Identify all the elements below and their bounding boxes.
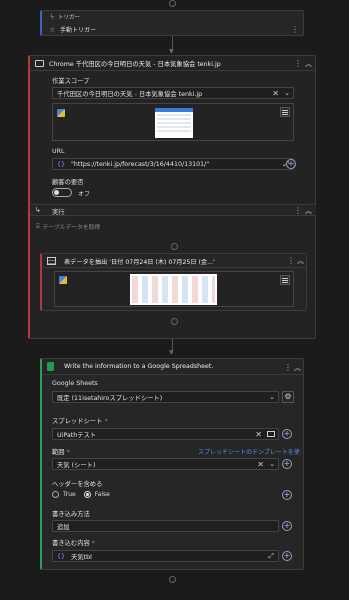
toggle-label: 顧客の要否 (52, 179, 84, 186)
sheets-card[interactable]: Write the information to a Google Spread… (40, 358, 304, 570)
url-label: URL (52, 148, 65, 155)
extract-preview-image (130, 274, 217, 305)
execute-section[interactable]: ↳ 実行 ⋮ ︽ (30, 204, 316, 216)
header-option-label: ヘッダーを含める (52, 481, 103, 488)
toggle-switch[interactable] (52, 188, 72, 197)
lightning-icon: ϟ (49, 13, 55, 21)
radio-false-label: False (94, 491, 110, 498)
range-value: 天気 (シート) (57, 461, 96, 469)
manual-trigger-label: 手動トリガー (60, 27, 97, 34)
chrome-app-icon (57, 109, 65, 117)
required-marker: * (104, 417, 108, 425)
extract-preview-box[interactable] (54, 271, 294, 307)
execute-placeholder[interactable]: テーブルデータを取得 (43, 222, 101, 231)
scope-preview-image (155, 108, 193, 138)
range-select[interactable]: 天気 (シート) ✕ ⌄ (52, 458, 279, 470)
content-label: 書き込む内容 * (52, 540, 95, 547)
google-sheets-label: Google Sheets (52, 380, 98, 387)
trigger-section-label: トリガー (58, 15, 81, 21)
url-field[interactable]: {} "https://tenki.jp/forecast/3/16/4410/… (52, 158, 294, 170)
radio-true[interactable] (52, 491, 59, 498)
chevron-down-icon[interactable]: ⌄ (284, 89, 290, 97)
account-value: 既定 (11isetahiroスプレッドシート) (57, 394, 163, 402)
folder-icon[interactable] (267, 431, 275, 437)
comment-icon: ⌸ (36, 222, 40, 230)
arrow-down-icon: ▼ (169, 48, 174, 55)
extract-title: 表データを抽出 '日付 07月24日 (木) 07月25日 (金...' (64, 259, 215, 266)
sheets-divider (42, 374, 304, 375)
clear-icon[interactable]: ✕ (272, 89, 279, 98)
scope-preview-box[interactable] (52, 103, 294, 141)
expression-icon: {} (57, 160, 66, 168)
browser-scope-card[interactable]: Chrome 千代田区の今日明日の天気 - 日本気象協会 tenki.jp ⋮ … (28, 55, 316, 339)
chrome-app-icon-2 (59, 276, 67, 284)
url-value: "https://tenki.jp/forecast/3/16/4410/131… (71, 160, 210, 168)
spreadsheet-value: UiPathテスト (57, 431, 97, 439)
scope-label: 作業スコープ (52, 78, 90, 85)
table-icon (47, 257, 56, 265)
execute-collapse-icon[interactable]: ︽ (305, 206, 312, 216)
extract-menu-icon[interactable]: ⋮ (287, 257, 295, 265)
range-label: 範囲 * (52, 449, 70, 456)
spreadsheet-clear-icon[interactable]: ✕ (255, 430, 262, 439)
trigger-card[interactable]: ϟ トリガー ☝ 手動トリガー ⋮ (40, 10, 304, 36)
radio-false[interactable] (83, 491, 91, 498)
insert-activity-icon-2[interactable] (171, 318, 178, 325)
browser-title: Chrome 千代田区の今日明日の天気 - 日本気象協会 tenki.jp (49, 61, 221, 68)
browser-window-icon (35, 60, 44, 67)
account-chevron-icon[interactable]: ⌄ (269, 393, 275, 401)
radio-true-label: True (63, 491, 76, 498)
sheets-title: Write the information to a Google Spread… (64, 363, 214, 370)
execute-arrow-icon: ↳ (35, 206, 41, 214)
header-radio-group: True False (52, 491, 110, 498)
top-connector-icon[interactable] (169, 0, 176, 7)
toggle-state: オフ (78, 191, 91, 198)
range-clear-icon[interactable]: ✕ (257, 460, 264, 469)
header-add-button[interactable]: + (282, 490, 292, 500)
range-chevron-icon[interactable]: ⌄ (269, 460, 275, 468)
extract-preview-menu-icon[interactable] (280, 275, 290, 285)
extract-divider (42, 267, 307, 268)
settings-gear-icon[interactable]: ⚙ (282, 391, 294, 403)
write-method-label: 書き込み方法 (52, 511, 90, 518)
collapse-icon[interactable]: ︽ (305, 59, 312, 69)
sheets-icon (47, 362, 54, 371)
url-add-button[interactable]: + (286, 159, 296, 169)
content-expression-icon: {} (57, 552, 66, 560)
scope-value: 千代田区の今日明日の天気 - 日本気象協会 tenki.jp (57, 90, 203, 98)
browser-menu-icon[interactable]: ⋮ (294, 60, 302, 68)
preview-menu-icon[interactable] (280, 107, 290, 117)
range-add-button[interactable]: + (282, 459, 292, 469)
execute-menu-icon[interactable]: ⋮ (294, 207, 302, 215)
header-divider (30, 70, 316, 71)
extract-collapse-icon[interactable]: ︽ (297, 256, 304, 266)
account-select[interactable]: 既定 (11isetahiroスプレッドシート) ⌄ (52, 391, 279, 403)
spreadsheet-field[interactable]: UiPathテスト ✕ (52, 428, 279, 440)
hand-icon: ☝ (49, 25, 55, 34)
spreadsheet-label: スプレッドシート (52, 418, 103, 425)
write-method-add-button[interactable]: + (282, 521, 292, 531)
sheets-collapse-icon[interactable]: ︽ (294, 363, 301, 373)
write-method-value: 追加 (57, 523, 70, 531)
content-field[interactable]: {} 天気tbl ⤢ (52, 550, 279, 562)
sheets-menu-icon[interactable]: ⋮ (284, 364, 292, 372)
insert-activity-icon[interactable] (171, 243, 178, 250)
bottom-connector-icon[interactable] (169, 576, 176, 583)
execute-title: 実行 (52, 209, 65, 216)
content-value: 天気tbl (71, 553, 92, 561)
extract-table-card[interactable]: 表データを抽出 '日付 07月24日 (木) 07月25日 (金...' ⋮ ︽ (40, 253, 307, 311)
write-method-field[interactable]: 追加 (52, 520, 279, 532)
content-expand-icon[interactable]: ⤢ (268, 552, 274, 561)
trigger-menu-icon[interactable]: ⋮ (291, 26, 299, 34)
spreadsheet-add-button[interactable]: + (282, 429, 292, 439)
scope-select[interactable]: 千代田区の今日明日の天気 - 日本気象協会 tenki.jp ✕ ⌄ (52, 87, 294, 99)
arrow-down-icon-2: ▼ (169, 349, 174, 356)
content-add-button[interactable]: + (282, 551, 292, 561)
